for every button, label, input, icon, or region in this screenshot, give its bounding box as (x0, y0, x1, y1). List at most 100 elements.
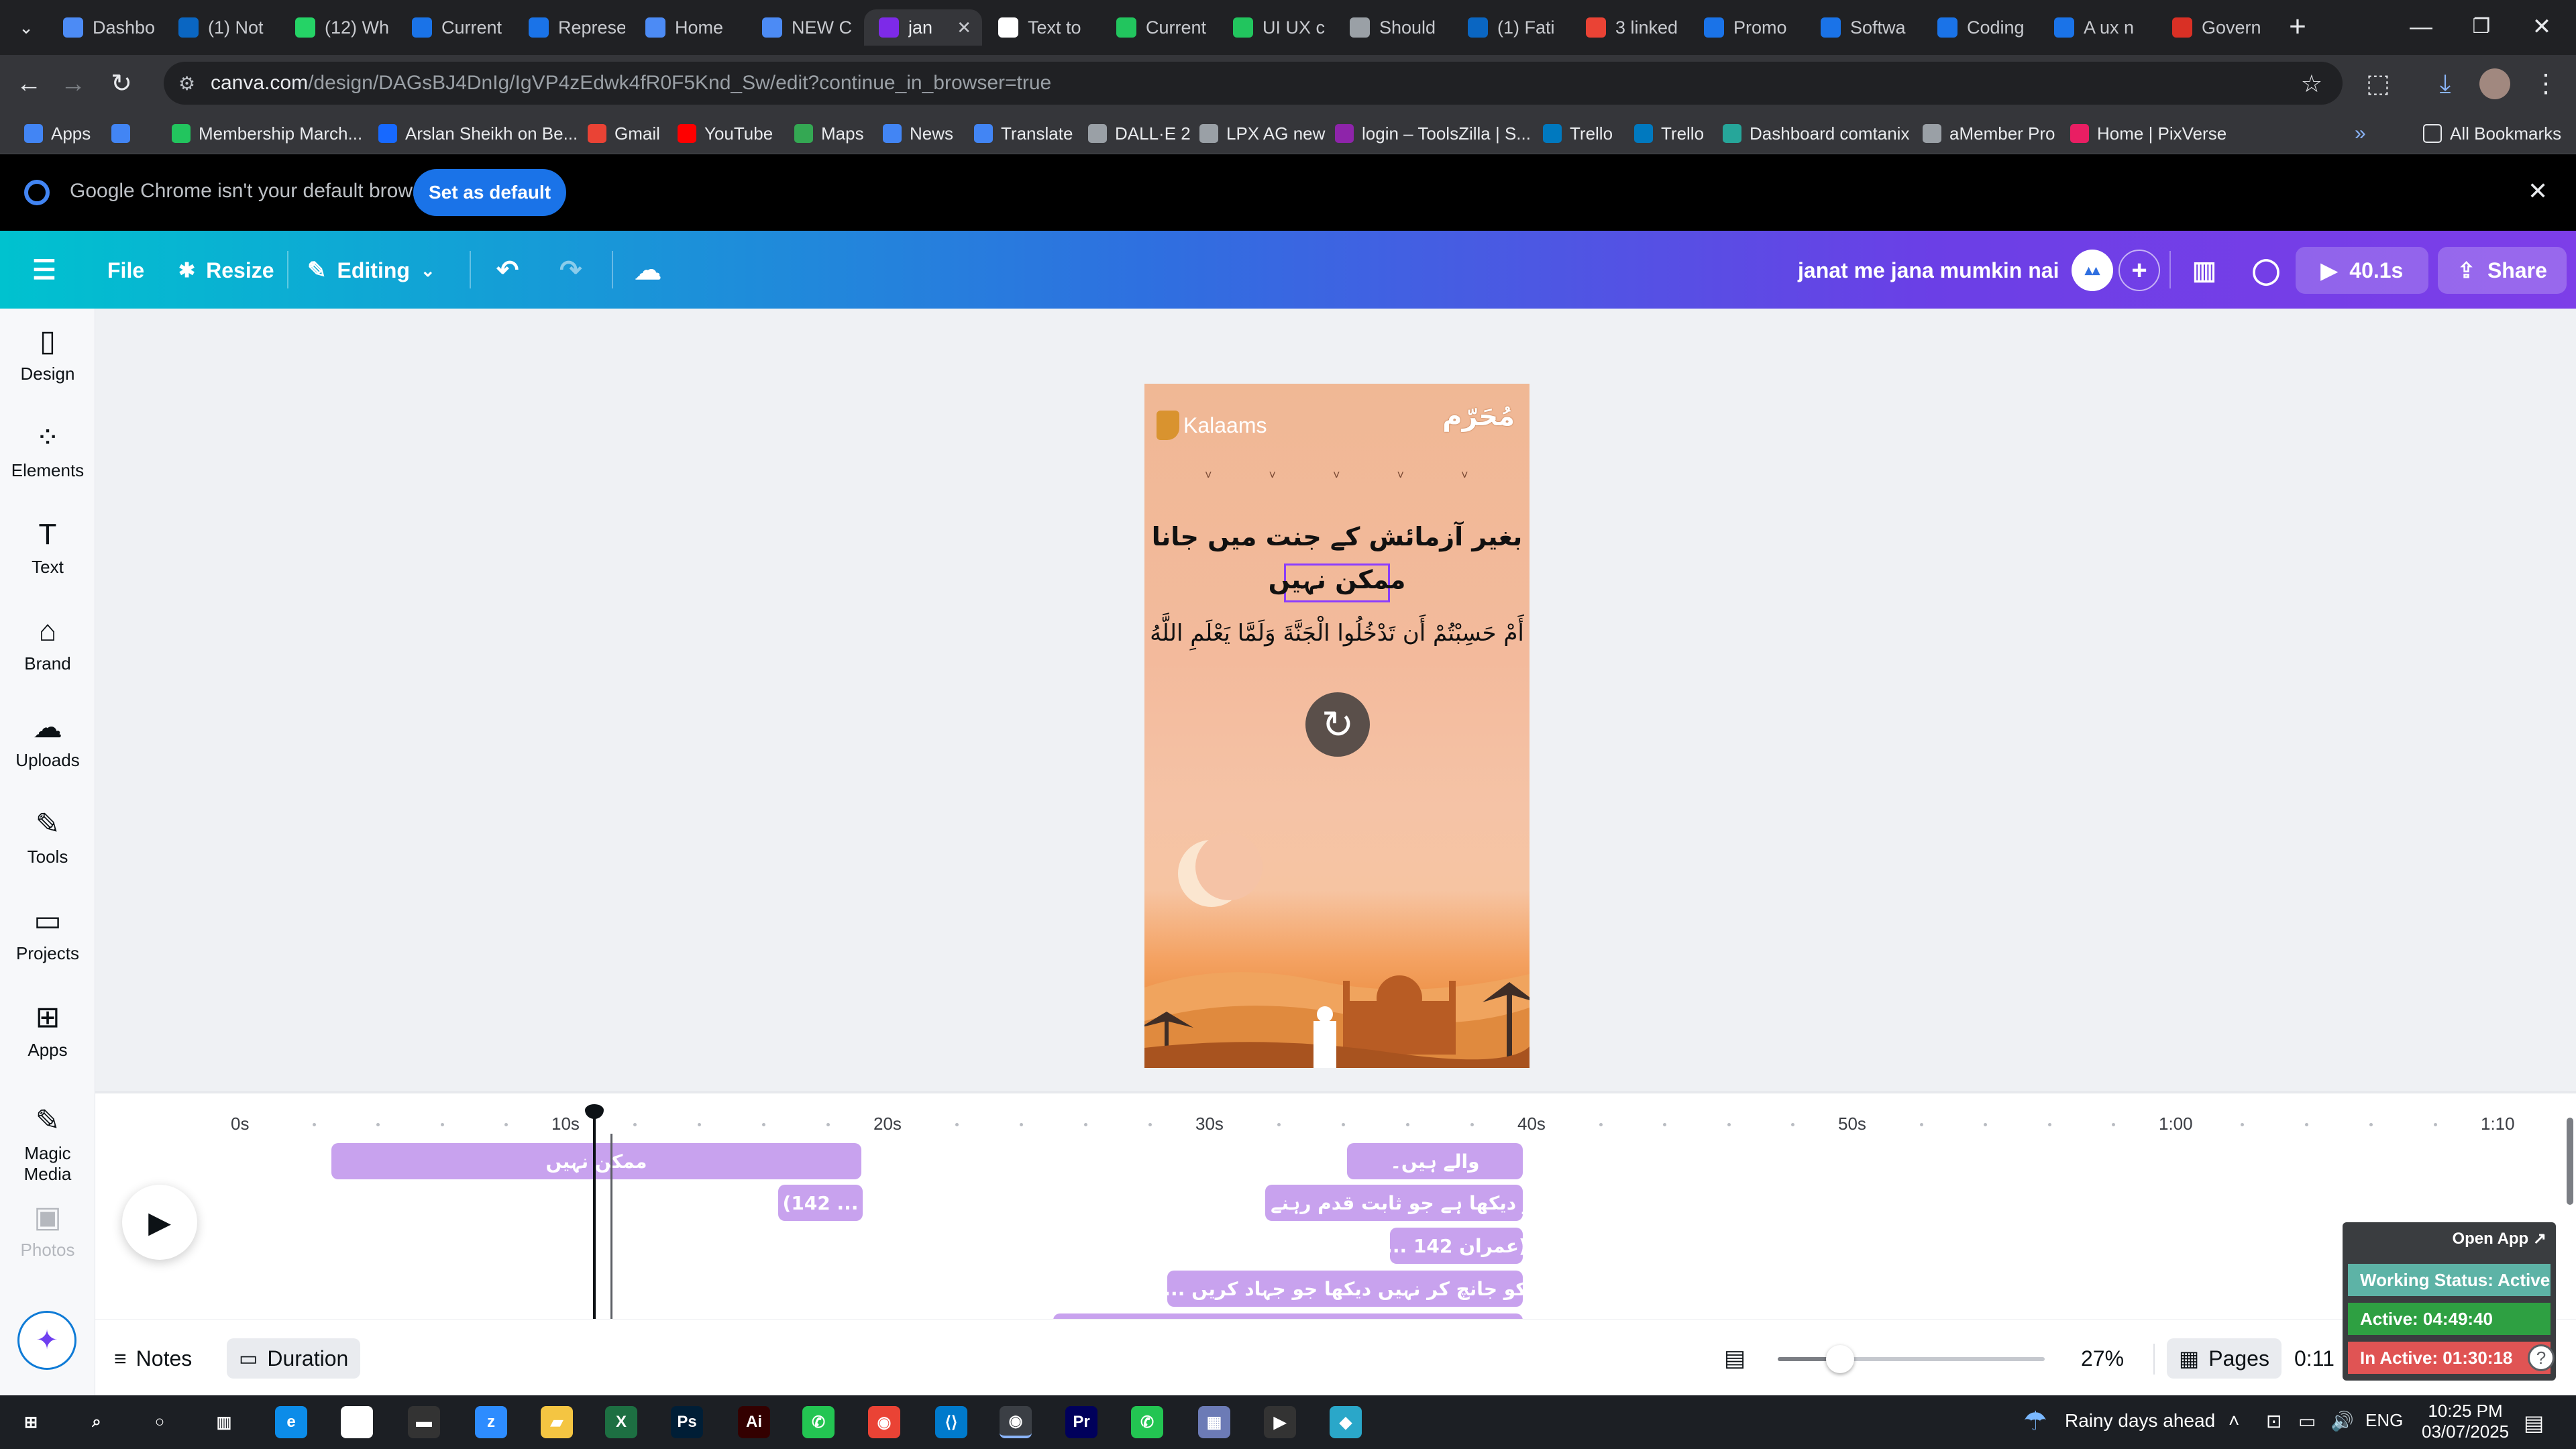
set-as-default-button[interactable]: Set as default (413, 169, 566, 216)
browser-tab[interactable]: (12) Wh (280, 9, 398, 46)
bookmark-item[interactable]: Apps (24, 121, 91, 146)
replay-icon[interactable]: ↻ (1305, 692, 1370, 757)
sidebar-item-apps[interactable]: ⊞ Apps (0, 996, 95, 1083)
zoom-percentage[interactable]: 27% (2081, 1338, 2124, 1379)
taskbar-green-app-icon[interactable]: ✆ (802, 1406, 835, 1438)
site-info-icon[interactable]: ⚙ (178, 72, 195, 95)
add-collaborator-icon[interactable]: + (2118, 250, 2160, 291)
close-banner-icon[interactable]: ✕ (2528, 177, 2548, 205)
bookmarks-overflow-icon[interactable]: » (2355, 121, 2366, 146)
browser-tab[interactable]: NEW C (747, 9, 865, 46)
taskbar-search-icon[interactable]: ⌕ (80, 1406, 113, 1438)
taskbar-teal-app-icon[interactable]: ◆ (1330, 1406, 1362, 1438)
browser-tab[interactable]: UI UX c (1218, 9, 1336, 46)
sidebar-item-projects[interactable]: ▭ Projects (0, 899, 95, 986)
bookmark-item[interactable]: Dashboard comtanix (1723, 121, 1909, 146)
taskbar-zoom-icon[interactable]: z (475, 1406, 507, 1438)
browser-tab[interactable]: jan ✕ (864, 9, 982, 46)
bookmark-item[interactable]: Translate (974, 121, 1073, 146)
design-heading-line1[interactable]: بغیر آزمائش کے جنت میں جانا (1144, 522, 1529, 551)
restore-button[interactable]: ❐ (2451, 7, 2512, 47)
open-app-link[interactable]: Open App ↗ (2452, 1229, 2546, 1248)
sidebar-item-elements[interactable]: ⁘ Elements (0, 416, 95, 503)
weather-rain-icon[interactable]: ☂ (2023, 1406, 2047, 1437)
timeline-text-clip[interactable]: والے ہیں۔ (1347, 1143, 1523, 1179)
timeline-scrollbar[interactable] (2567, 1118, 2573, 1205)
sidebar-item-magic-media[interactable]: ✎ Magic Media (0, 1099, 95, 1186)
project-title[interactable]: janat me jana mumkin nai (1798, 251, 2059, 290)
taskbar-calculator-icon[interactable]: ▦ (1198, 1406, 1230, 1438)
bookmark-item[interactable]: YouTube (678, 121, 773, 146)
bookmark-item[interactable]: login – ToolsZilla | S... (1335, 121, 1531, 146)
meet-now-icon[interactable]: ⊡ (2266, 1410, 2282, 1432)
taskbar-chrome-active-icon[interactable]: ◉ (1000, 1406, 1032, 1438)
browser-tab[interactable]: 3 linked (1571, 9, 1689, 46)
canva-assistant-sparkle-icon[interactable]: ✦ (17, 1311, 76, 1370)
sidebar-item-tools[interactable]: ✎ Tools (0, 802, 95, 890)
minimize-button[interactable]: — (2391, 7, 2451, 47)
taskbar-photoshop-icon[interactable]: Ps (671, 1406, 703, 1438)
timeline-play-button[interactable]: ▶ (122, 1185, 197, 1260)
bookmark-item[interactable]: Home | PixVerse (2070, 121, 2226, 146)
browser-tab[interactable]: Home (631, 9, 749, 46)
bookmark-item[interactable]: News (883, 121, 953, 146)
taskbar-terminal-icon[interactable]: ▬ (408, 1406, 440, 1438)
forward-icon[interactable]: → (56, 67, 90, 101)
browser-tab[interactable]: (1) Not (164, 9, 282, 46)
chrome-menu-icon[interactable]: ⋮ (2529, 67, 2563, 101)
taskbar-media-player-icon[interactable]: ▶ (1264, 1406, 1296, 1438)
notes-button[interactable]: ≡ Notes (114, 1338, 192, 1379)
sidebar-item-brand[interactable]: ⌂ Brand (0, 609, 95, 696)
tray-overflow-chevron-icon[interactable]: ˄ (2229, 1410, 2239, 1432)
bookmark-item[interactable]: Arslan Sheikh on Be... (378, 121, 578, 146)
reload-icon[interactable]: ↻ (105, 67, 138, 101)
taskbar-chrome-icon[interactable]: ◉ (868, 1406, 900, 1438)
bookmark-item[interactable]: Gmail (588, 121, 660, 146)
taskbar-green-app-2-icon[interactable]: ✆ (1131, 1406, 1163, 1438)
bookmark-item[interactable]: aMember Pro (1923, 121, 2055, 146)
bookmark-star-icon[interactable]: ☆ (2301, 70, 2322, 98)
browser-tab[interactable]: Current (397, 9, 515, 46)
browser-tab[interactable]: (1) Fati (1453, 9, 1571, 46)
redo-icon[interactable]: ↷ (559, 251, 582, 290)
design-page[interactable]: Kalaams مُحَرّم ˅ ˅ ˅ ˅ ˅ بغیر آزمائش کے… (1144, 384, 1529, 1068)
downloads-icon[interactable]: ⤓ (2428, 67, 2462, 101)
timeline-text-clip[interactable]: ... کو جانچ کر نہیں دیکھا جو جہاد کریں (1167, 1271, 1523, 1307)
zoom-slider-track[interactable] (1778, 1345, 2045, 1373)
undo-icon[interactable]: ↶ (496, 251, 519, 290)
sidebar-item-design[interactable]: ▯ Design (0, 319, 95, 407)
close-tab-icon[interactable]: ✕ (957, 17, 971, 38)
bookmark-item[interactable]: Trello (1543, 121, 1613, 146)
browser-tab[interactable]: Should (1335, 9, 1453, 46)
insights-chart-icon[interactable]: ▥ (2183, 251, 2226, 290)
browser-tab[interactable]: Coding (1923, 9, 2041, 46)
extensions-icon[interactable]: ⬚ (2361, 67, 2395, 101)
bookmark-item[interactable]: DALL·E 2 (1088, 121, 1191, 146)
bookmark-item[interactable]: Trello (1634, 121, 1704, 146)
duration-button[interactable]: ▭ Duration (227, 1338, 361, 1379)
taskbar-task-view-icon[interactable]: ▥ (208, 1406, 240, 1438)
browser-tab[interactable]: Softwa (1806, 9, 1924, 46)
network-icon[interactable]: ▭ (2298, 1410, 2316, 1432)
taskbar-cortana-icon[interactable]: ○ (144, 1406, 176, 1438)
taskbar-pen-icon[interactable]: ✎ (341, 1406, 373, 1438)
video-timeline[interactable]: 0s 10s 20s 30s 40s 50s 1:00 1:10 ▶ ممکن نہیں (14… (95, 1091, 2576, 1332)
browser-tab[interactable]: Represe (514, 9, 632, 46)
weather-text[interactable]: Rainy days ahead (2065, 1410, 2215, 1432)
main-menu-icon[interactable]: ☰ (32, 251, 56, 290)
quran-verse-text[interactable]: أَمْ حَسِبْتُمْ أَن تَدْخُلُوا الْجَنَّة… (1144, 620, 1529, 647)
taskbar-edge-icon[interactable]: e (275, 1406, 307, 1438)
cloud-saved-icon[interactable]: ☁ (635, 251, 661, 290)
design-heading-line2[interactable]: ممکن نہیں (1144, 565, 1529, 594)
share-button[interactable]: ⇪ Share (2438, 247, 2567, 294)
bookmark-item[interactable]: Membership March... (172, 121, 362, 146)
address-bar[interactable]: ⚙ canva.com/design/DAGsBJ4DnIg/IgVP4zEdw… (164, 62, 2343, 105)
profile-avatar[interactable] (2479, 68, 2510, 99)
editing-mode-dropdown[interactable]: ✎ Editing ⌄ (307, 251, 435, 290)
bookmark-item[interactable]: LPX AG new (1199, 121, 1325, 146)
sidebar-item-photos[interactable]: ▣ Photos (0, 1195, 95, 1283)
taskbar-excel-icon[interactable]: X (605, 1406, 637, 1438)
bookmark-item[interactable]: Maps (794, 121, 864, 146)
taskbar-file-explorer-icon[interactable]: ▰ (541, 1406, 573, 1438)
clock[interactable]: 10:25 PM 03/07/2025 (2422, 1401, 2509, 1442)
